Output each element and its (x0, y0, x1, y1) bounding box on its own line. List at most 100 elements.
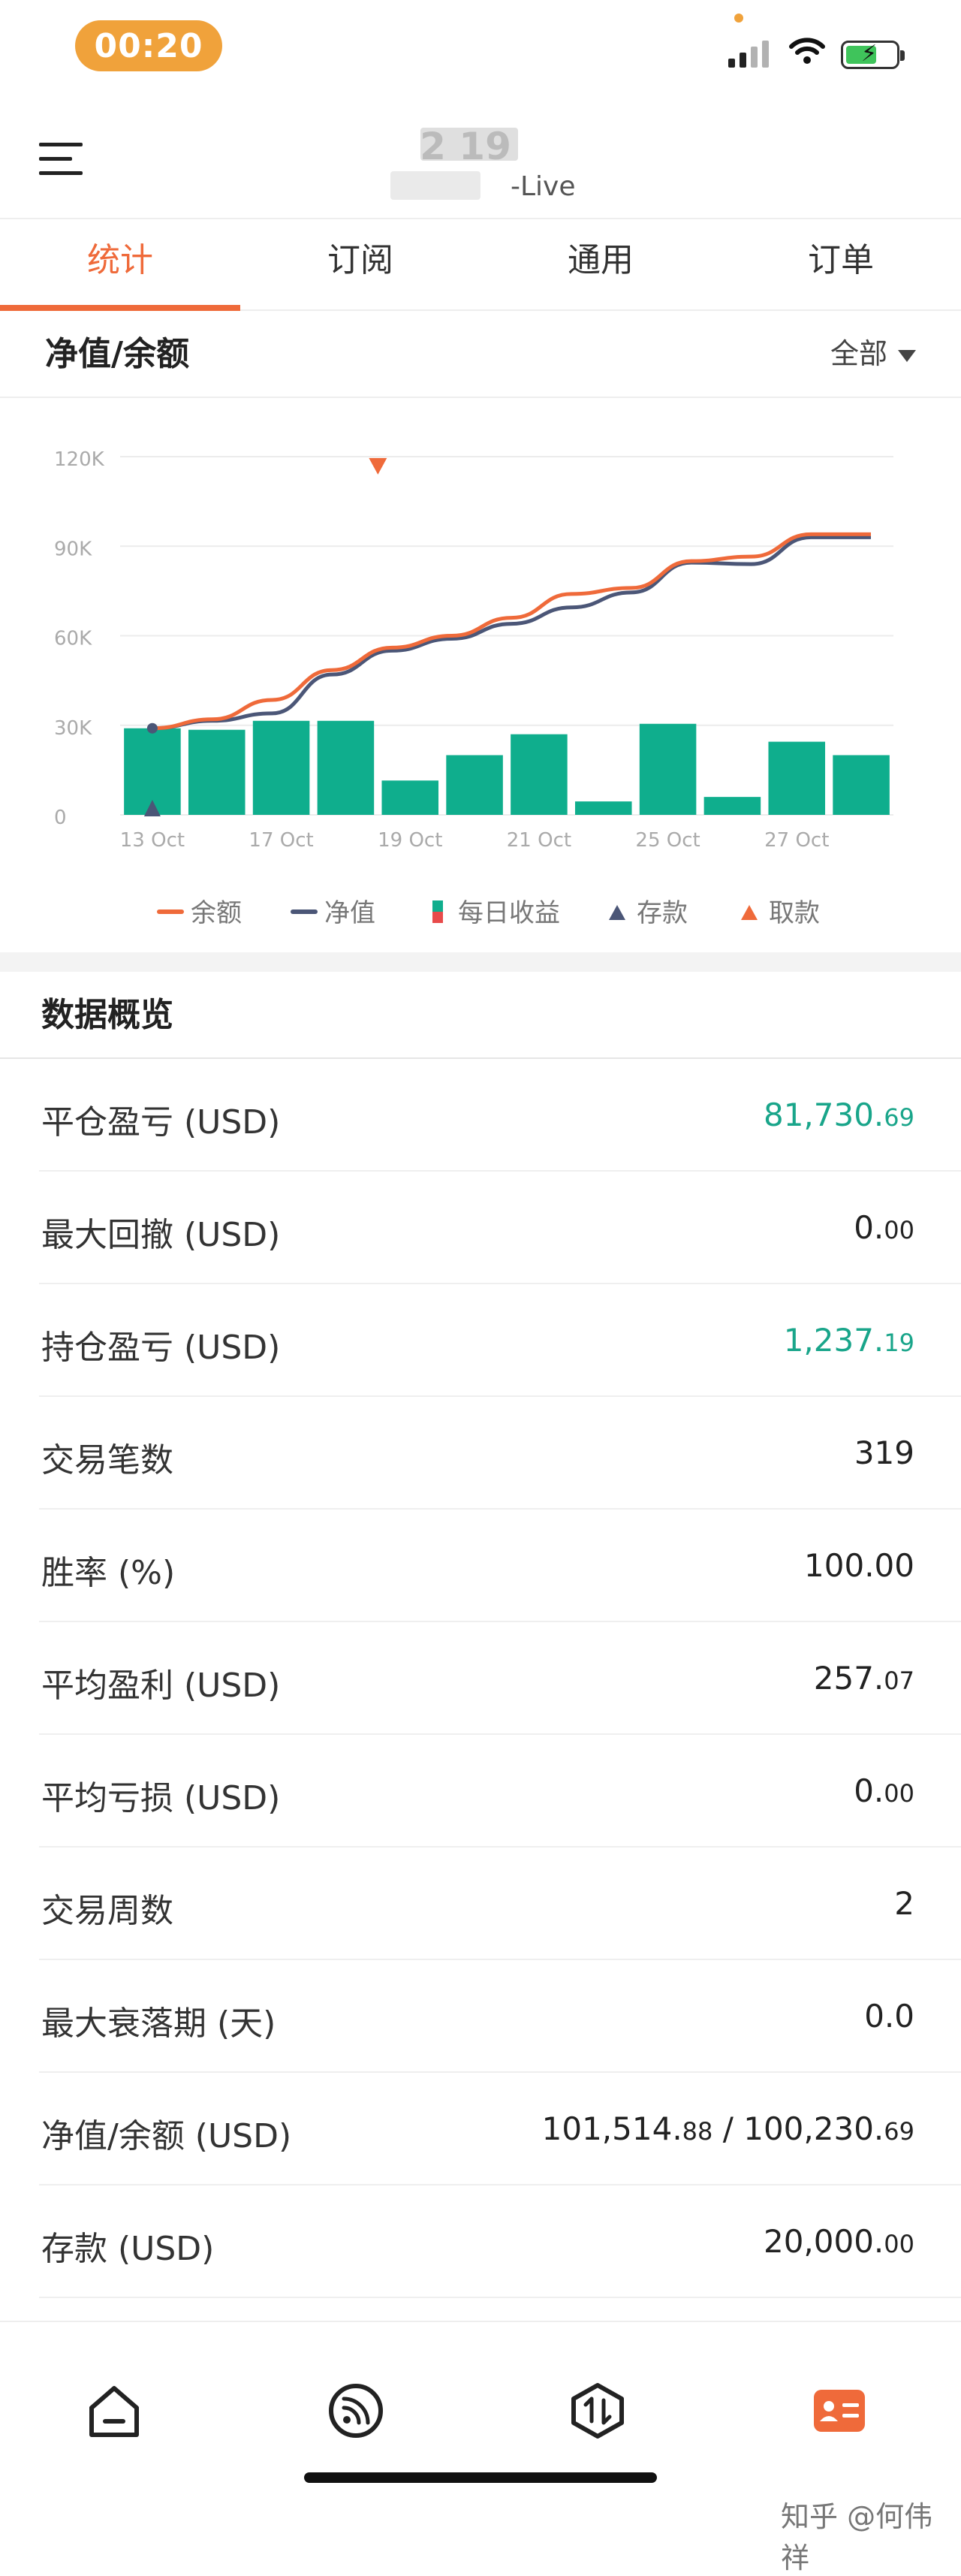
overview-row-label: 平均亏损 (USD) (41, 1779, 281, 1817)
x-tick-label: 17 Oct (249, 829, 313, 852)
overview-row: 最大回撤 (USD) 0.00 (0, 1172, 961, 1284)
daily-profit-bar (446, 755, 503, 815)
account-subtitle: -Live (511, 171, 576, 202)
daily-profit-bar (639, 723, 697, 815)
legend-swatch (741, 905, 758, 920)
chart-section-title: 净值/余额 (45, 335, 190, 373)
overview-row-label: 平均盈利 (USD) (41, 1667, 281, 1705)
overview-row: 平仓盈亏 (USD) 81,730.69 (0, 1059, 961, 1172)
overview-value-part: 00 (884, 2230, 914, 2258)
watermark-text: 知乎 @何伟祥 (781, 2500, 933, 2574)
withdraw-marker (369, 457, 387, 475)
overview-row: 平均盈利 (USD) 257.07 (0, 1622, 961, 1735)
range-filter-dropdown[interactable]: 全部 (830, 330, 916, 372)
legend-swatch (432, 912, 443, 923)
cellular-signal-icon (728, 38, 769, 68)
overview-value-part: 81,730. (763, 1096, 884, 1133)
wifi-icon (789, 38, 825, 64)
overview-row-label: 持仓盈亏 (USD) (41, 1329, 281, 1367)
account-server-redaction (390, 171, 480, 200)
overview-value-part: 2 (894, 1885, 914, 1922)
daily-profit-bar (252, 720, 310, 815)
overview-row-value: 0.0 (864, 1998, 914, 2035)
account-number-redaction (420, 128, 518, 161)
tab-general[interactable]: 通用 (480, 219, 721, 309)
overview-row-label: 存款 (USD) (41, 2230, 215, 2268)
equity-balance-chart: 0 30K 60K 90K 120K 13 Oct 17 Oct 19 Oct 21 Oct 25… (54, 448, 893, 928)
y-tick-label: 30K (54, 717, 92, 740)
y-tick-label: 90K (54, 538, 92, 560)
overview-row: 最大衰落期 (天) 0.0 (0, 1960, 961, 2073)
overview-value-part: 88 (682, 2117, 713, 2146)
trade-icon[interactable] (569, 2382, 626, 2439)
overview-row: 平均亏损 (USD) 0.00 (0, 1735, 961, 1848)
overview-row-value: 1,237.19 (784, 1322, 914, 1359)
daily-profit-bar (381, 780, 439, 815)
y-tick-label: 0 (54, 807, 67, 829)
overview-value-part: 0. (854, 1772, 884, 1809)
overview-row-value: 81,730.69 (764, 1096, 914, 1133)
overview-row-label: 交易笔数 (41, 1441, 173, 1480)
overview-row-label: 平仓盈亏 (USD) (41, 1103, 281, 1142)
overview-value-part: 00 (884, 1216, 914, 1244)
tab-bar: 统计 订阅 通用 订单 (0, 218, 961, 311)
section-gap (0, 952, 961, 972)
overview-row-label: 净值/余额 (USD) (41, 2117, 292, 2155)
legend-label: 每日收益 (458, 898, 560, 928)
menu-icon[interactable] (39, 143, 84, 180)
overview-value-part: 319 (854, 1434, 914, 1471)
x-tick-label: 13 Oct (120, 829, 185, 852)
daily-profit-bar (188, 729, 246, 815)
signal-feed-icon[interactable] (327, 2382, 384, 2439)
daily-profit-bar (703, 797, 761, 815)
tab-orders[interactable]: 订单 (721, 219, 961, 309)
overview-row-value: 0.00 (854, 1209, 914, 1246)
overview-value-part: 07 (884, 1667, 914, 1695)
home-indicator (304, 2472, 657, 2483)
overview-row-label: 最大回撤 (USD) (41, 1216, 281, 1254)
y-tick-label: 60K (54, 628, 92, 650)
daily-profit-bar (574, 801, 632, 815)
home-icon[interactable] (86, 2382, 143, 2439)
overview-row-value: 257.07 (814, 1660, 914, 1697)
caret-down-icon (898, 349, 916, 362)
overview-list: 平仓盈亏 (USD) 81,730.69 最大回撤 (USD) 0.00 持仓盈亏 (U… (0, 1059, 961, 2298)
overview-value-part: 1,237. (783, 1322, 884, 1359)
overview-value-part: 0.0 (864, 1998, 914, 2035)
daily-profit-bar (317, 720, 375, 815)
legend-swatch (609, 905, 625, 920)
overview-row-value: 319 (854, 1434, 914, 1471)
overview-row: 净值/余额 (USD) 101,514.88 / 100,230.69 (0, 2073, 961, 2185)
overview-row: 交易周数 2 (0, 1848, 961, 1960)
range-filter-label: 全部 (830, 337, 887, 370)
divider (0, 397, 961, 398)
account-card-icon[interactable] (811, 2382, 868, 2439)
overview-row-value: 101,514.88 / 100,230.69 (542, 2110, 914, 2147)
overview-value-part: 69 (884, 2117, 914, 2146)
status-bar: 00:20 ⚡ (0, 0, 961, 98)
battery-icon: ⚡ (841, 41, 905, 69)
tab-subscription[interactable]: 订阅 (240, 219, 480, 309)
x-tick-label: 27 Oct (764, 829, 829, 852)
tab-statistics[interactable]: 统计 (0, 219, 240, 311)
overview-value-part: / 100,230. (712, 2110, 884, 2147)
y-tick-label: 120K (54, 448, 105, 471)
privacy-indicator-dot (734, 14, 743, 23)
app-header: 2 19 -Live (0, 98, 961, 218)
legend-label: 存款 (637, 898, 688, 928)
overview-value-part: 20,000. (763, 2223, 884, 2260)
overview-row-label: 最大衰落期 (天) (41, 2004, 276, 2043)
x-tick-label: 21 Oct (507, 829, 571, 852)
overview-row-value: 0.00 (854, 1772, 914, 1809)
overview-title: 数据概览 (41, 996, 173, 1034)
legend-label: 净值 (324, 898, 375, 928)
overview-value-part: 00 (884, 1779, 914, 1808)
x-tick-label: 25 Oct (635, 829, 700, 852)
overview-value-part: 0. (854, 1209, 884, 1246)
daily-profit-bar (511, 734, 568, 815)
status-time: 00:20 (75, 20, 222, 71)
daily-profit-bar (768, 741, 826, 815)
overview-value-part: 69 (884, 1103, 914, 1132)
legend-label: 取款 (769, 898, 820, 928)
overview-value-part: 19 (884, 1329, 914, 1357)
